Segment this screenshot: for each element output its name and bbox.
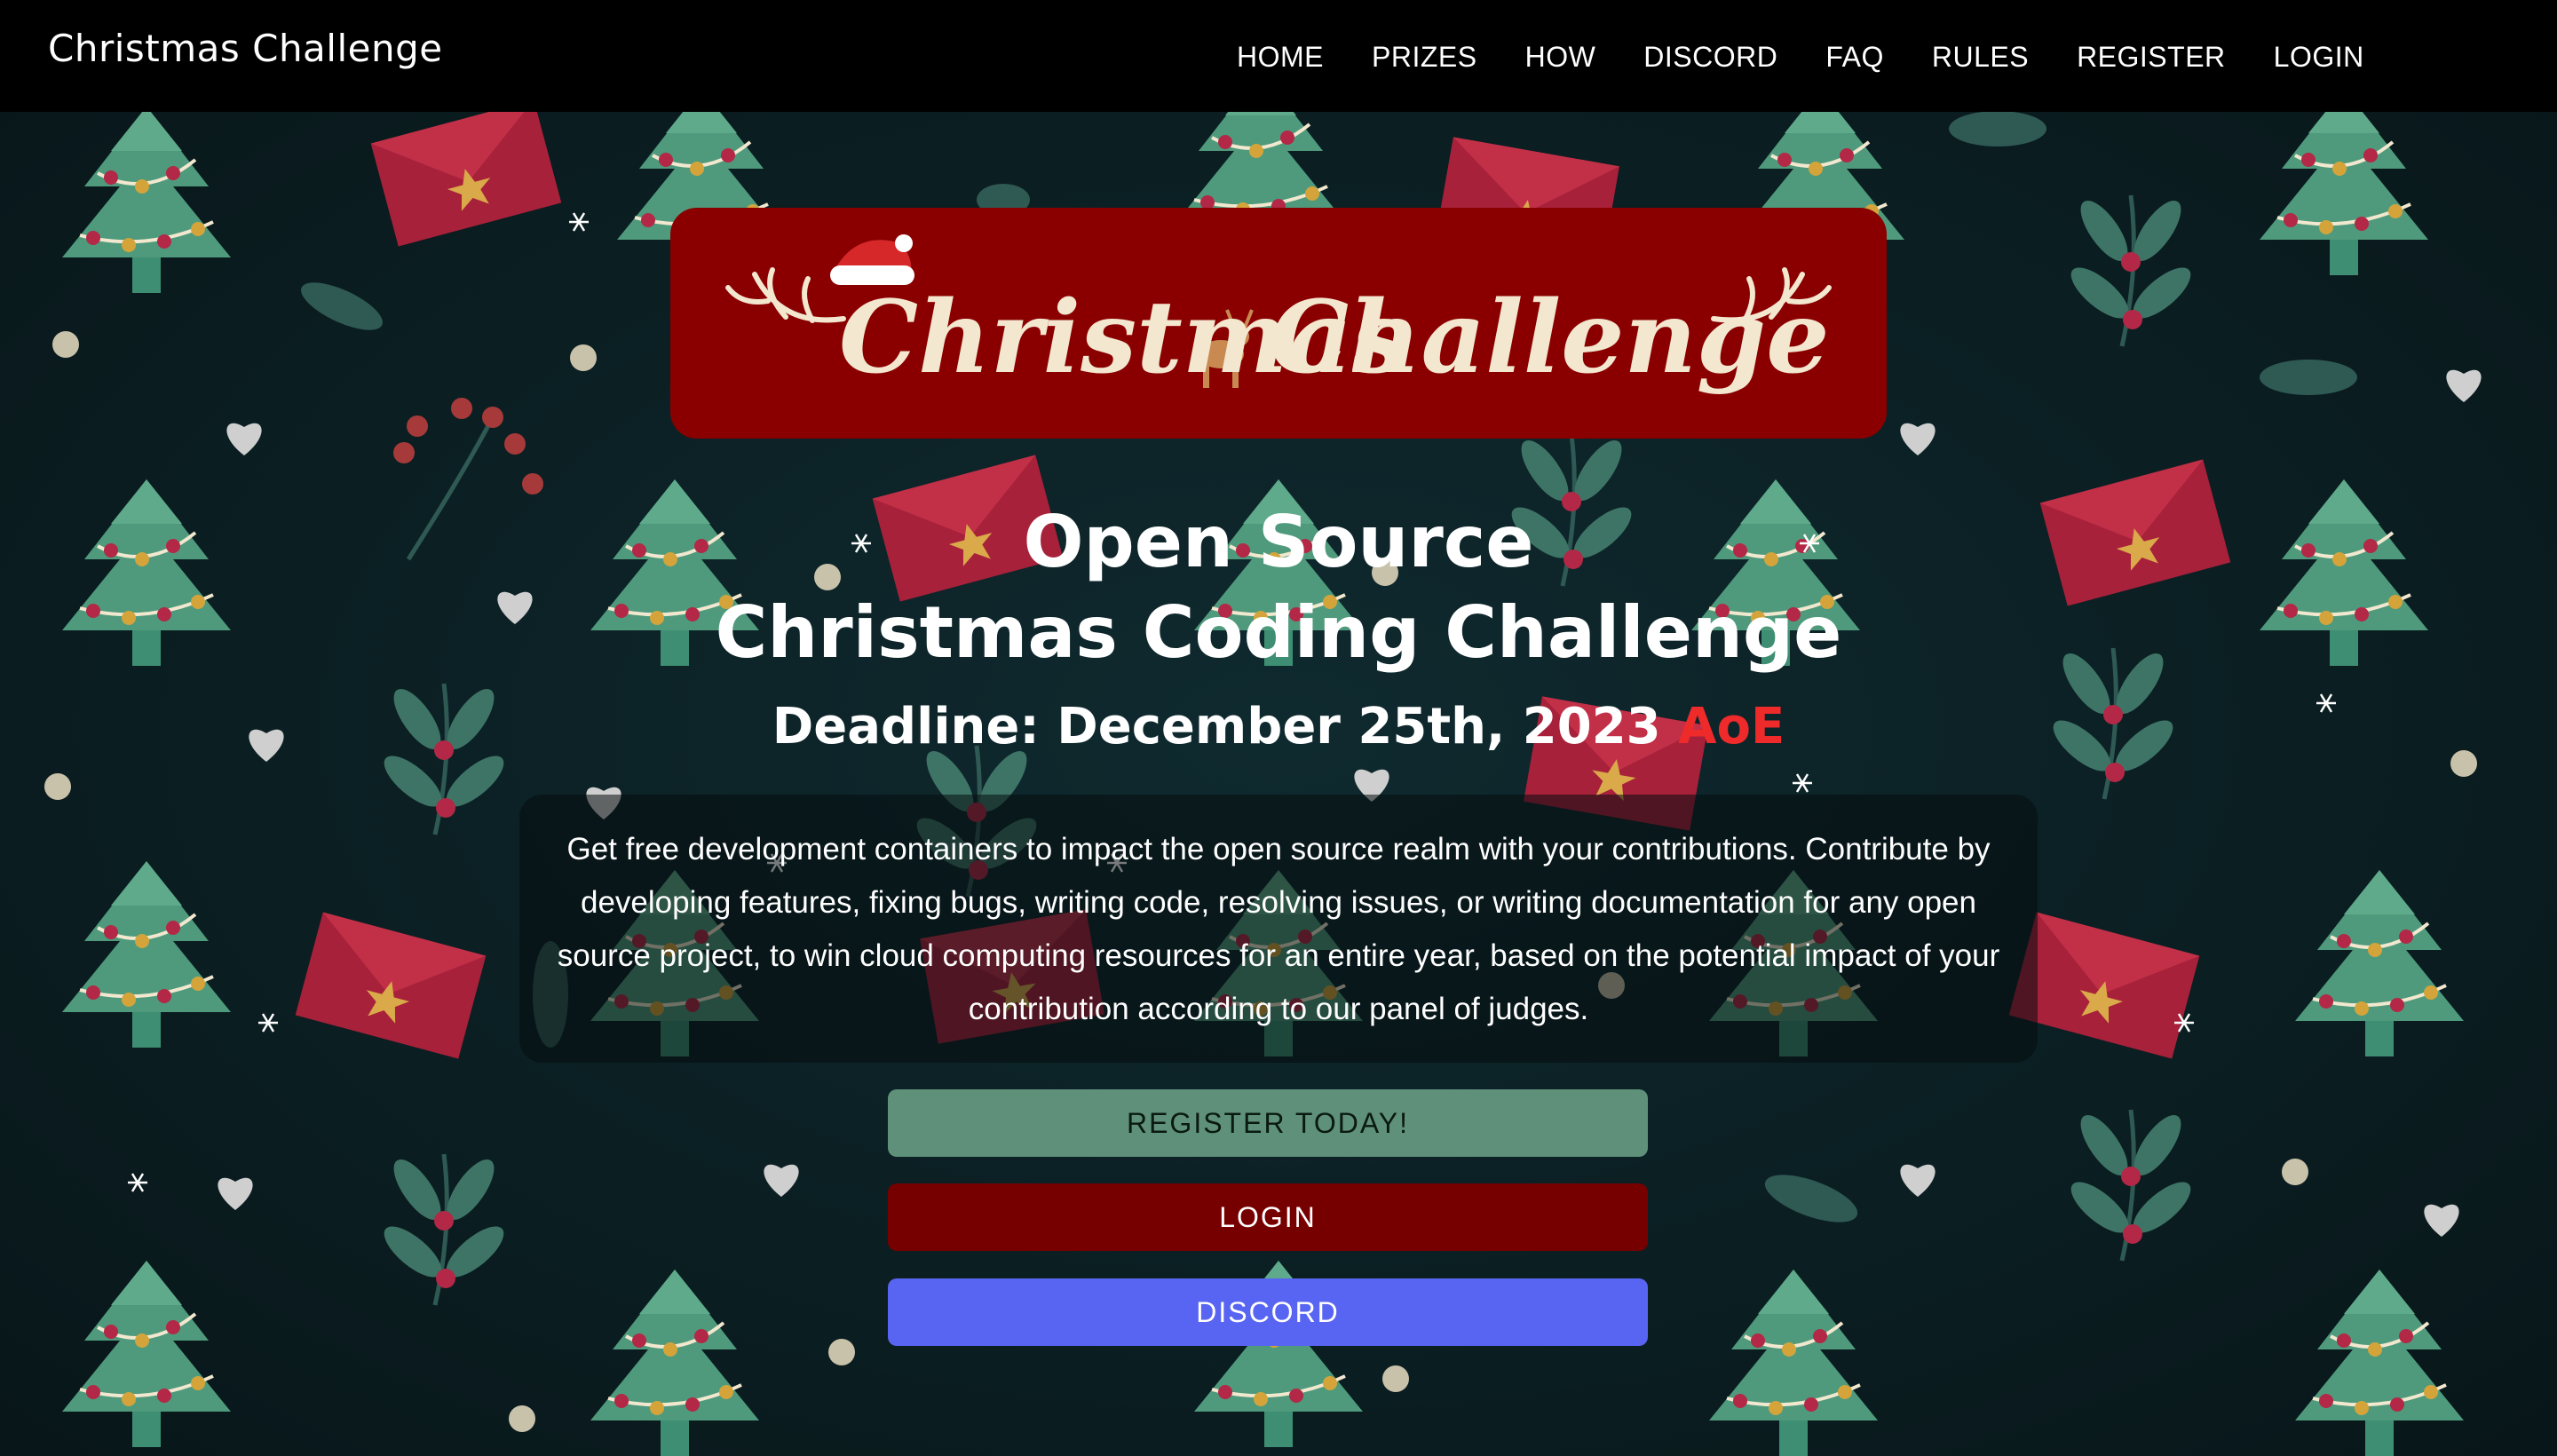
hero-title-line2: Christmas Coding Challenge <box>715 591 1842 674</box>
top-navbar: Christmas Challenge HOME PRIZES HOW DISC… <box>0 0 2557 112</box>
discord-button[interactable]: DISCORD <box>888 1278 1648 1346</box>
hero-title: Open Source Christmas Coding Challenge <box>533 497 2024 678</box>
login-button[interactable]: LOGIN <box>888 1183 1648 1251</box>
hero-title-line1: Open Source <box>1023 501 1534 583</box>
nav-how-link[interactable]: HOW <box>1501 34 1620 78</box>
brand-title[interactable]: Christmas Challenge <box>48 27 443 70</box>
nav-register-link[interactable]: REGISTER <box>2053 34 2250 78</box>
santa-hat-icon <box>830 234 914 285</box>
christmas-challenge-logo: Christmas Challenge <box>725 234 1832 396</box>
nav-login-link[interactable]: LOGIN <box>2250 34 2388 78</box>
nav-discord-link[interactable]: DISCORD <box>1619 34 1801 78</box>
deadline-text: Deadline: December 25th, 2023 <box>772 698 1661 756</box>
nav-rules-link[interactable]: RULES <box>1908 34 2053 78</box>
christmas-challenge-logo-banner: Christmas Challenge <box>670 208 1887 439</box>
deadline-heading: Deadline: December 25th, 2023 AoE <box>533 698 2024 756</box>
register-today-button[interactable]: REGISTER TODAY! <box>888 1089 1648 1157</box>
nav-prizes-link[interactable]: PRIZES <box>1348 34 1501 78</box>
antler-icon <box>725 267 846 323</box>
challenge-description: Get free development containers to impac… <box>519 795 2038 1063</box>
deadline-timezone: AoE <box>1678 698 1785 756</box>
nav-links: HOME PRIZES HOW DISCORD FAQ RULES REGIST… <box>1213 34 2388 78</box>
logo-text-challenge: Challenge <box>1270 280 1830 396</box>
nav-faq-link[interactable]: FAQ <box>1801 34 1908 78</box>
nav-home-link[interactable]: HOME <box>1213 34 1348 78</box>
